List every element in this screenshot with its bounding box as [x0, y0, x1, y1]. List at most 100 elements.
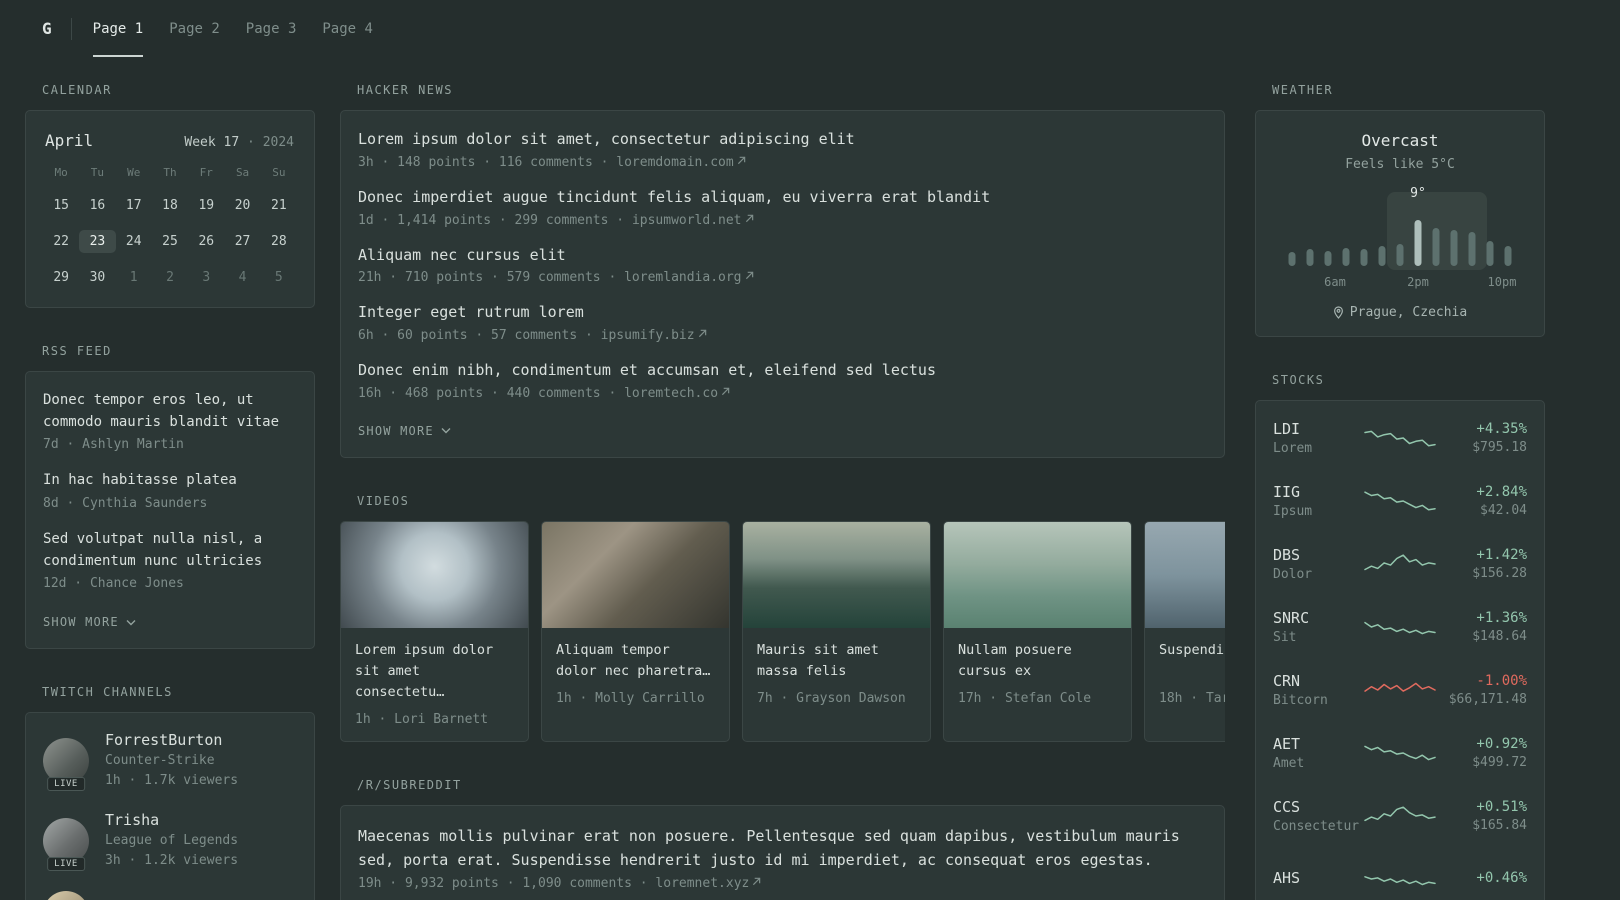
videos-widget: VIDEOS Lorem ipsum dolor sit amet consec…: [340, 494, 1225, 742]
hn-source-link[interactable]: ipsumworld.net: [632, 213, 754, 228]
external-link-icon: [721, 387, 730, 395]
hacker-news-card: Lorem ipsum dolor sit amet, consectetur …: [340, 110, 1225, 458]
calendar-day: 21: [271, 198, 287, 213]
hn-story-title[interactable]: Donec imperdiet augue tincidunt felis al…: [358, 187, 1207, 209]
twitch-channel[interactable]: LIVE ForrestBurton Counter-Strike 1h · 1…: [43, 731, 297, 791]
columns: CALENDAR April Week 17 · 2024 Mo Tu We Th Fr…: [25, 83, 1620, 900]
reddit-post-meta: 19h · 9,932 points · 1,090 comments · lo…: [358, 876, 1207, 891]
twitch-channel[interactable]: LIVE Trisha League of Legends 3h · 1.2k …: [43, 811, 297, 871]
rss-item-meta: 8d · Cynthia Saunders: [43, 496, 208, 512]
stock-sparkline: [1364, 430, 1436, 447]
stock-change: +1.36%: [1476, 610, 1527, 626]
weather-bar: [1504, 246, 1512, 266]
hn-story-title[interactable]: Donec enim nibh, condimentum et accumsan…: [358, 360, 1207, 382]
calendar-day: 17: [125, 198, 142, 213]
stock-sparkline: [1364, 745, 1436, 761]
weather-bar: [1414, 220, 1422, 266]
rss-item-title[interactable]: Donec tempor eros leo, ut commodo mauris…: [43, 390, 297, 433]
calendar-day: 15: [53, 198, 69, 213]
calendar-card: April Week 17 · 2024 Mo Tu We Th Fr Sa Su 15 16 1…: [25, 110, 315, 308]
stock-sparkline: [1364, 621, 1436, 635]
hn-source-link[interactable]: loremlandia.org: [624, 270, 753, 285]
weather-condition: Overcast: [1361, 131, 1439, 150]
rss-widget-title: RSS FEED: [42, 344, 112, 358]
video-title: Suspendis diam: [1159, 641, 1225, 658]
rss-item-title[interactable]: Sed volutpat nulla nisl, a condimentum n…: [43, 529, 297, 572]
videos-row: Lorem ipsum dolor sit amet consectetu… 1…: [340, 520, 1225, 742]
reddit-source-link[interactable]: loremnet.xyz: [655, 876, 761, 891]
calendar-day: 30: [89, 270, 106, 285]
hn-story-meta: 21h · 710 points · 579 comments · loreml…: [358, 270, 1207, 285]
video-thumbnail: [542, 521, 729, 628]
hn-story-title[interactable]: Integer eget rutrum lorem: [358, 302, 1207, 324]
channel-category: League of Legends: [105, 833, 239, 849]
hn-source-link[interactable]: loremdomain.com: [616, 155, 745, 170]
stock-price: $499.72: [1472, 755, 1527, 770]
video-card[interactable]: Aliquam tempor dolor nec pharetra… 1h · …: [541, 520, 730, 742]
stock-name: Amet: [1273, 756, 1305, 771]
hn-story-title[interactable]: Lorem ipsum dolor sit amet, consectetur …: [358, 129, 1207, 151]
twitch-channel[interactable]: KendallCarr: [43, 891, 297, 900]
hn-source-link[interactable]: loremtech.co: [624, 386, 730, 401]
calendar-weekday: Mo: [54, 166, 68, 179]
hn-story: Donec enim nibh, condimentum et accumsan…: [358, 360, 1207, 401]
video-title: Mauris sit amet massa felis: [757, 641, 879, 679]
calendar-day: 18: [162, 198, 178, 213]
video-title: Lorem ipsum dolor sit amet consectetu…: [355, 641, 494, 700]
live-badge: LIVE: [47, 776, 85, 791]
stock-price: $795.18: [1472, 440, 1527, 455]
center-column: HACKER NEWS Lorem ipsum dolor sit amet, …: [340, 83, 1225, 900]
chevron-down-icon: [441, 428, 451, 434]
rss-item: In hac habitasse platea 8d · Cynthia Sau…: [43, 470, 297, 511]
twitch-widget-title: TWITCH CHANNELS: [42, 685, 173, 700]
hn-source-link[interactable]: ipsumify.biz: [601, 328, 707, 343]
stock-name: Dolor: [1273, 567, 1313, 582]
external-link-icon: [745, 272, 753, 280]
stock-row: AHS +0.46%: [1273, 860, 1527, 898]
rss-item-title[interactable]: In hac habitasse platea: [43, 470, 297, 492]
stock-price: $66,171.48: [1448, 692, 1527, 707]
rss-item: Donec tempor eros leo, ut commodo mauris…: [43, 390, 297, 452]
rss-widget: RSS FEED Donec tempor eros leo, ut commo…: [25, 344, 315, 650]
calendar-day: 22: [53, 234, 69, 249]
video-card[interactable]: Suspendis diam 18h · Tara: [1144, 520, 1225, 742]
tab-page-1[interactable]: Page 1: [92, 0, 144, 57]
weather-widget-title: WEATHER: [1272, 83, 1334, 97]
hn-show-more-button[interactable]: SHOW MORE: [358, 424, 451, 438]
stock-row: IIG Ipsum +2.84% $42.04: [1273, 482, 1527, 520]
channel-name: ForrestBurton: [105, 731, 223, 750]
hacker-news-widget: HACKER NEWS Lorem ipsum dolor sit amet, …: [340, 83, 1225, 458]
stock-row: CRN Bitcorn -1.00% $66,171.48: [1273, 671, 1527, 709]
stock-sparkline: [1364, 806, 1436, 822]
hn-story-title[interactable]: Aliquam nec cursus elit: [358, 245, 1207, 267]
stocks-card: LDI Lorem +4.35% $795.18 IIG Ipsum +2.84…: [1255, 400, 1545, 900]
calendar-weekday: Sa: [235, 166, 250, 179]
right-column: WEATHER Overcast Feels like 5°C 9° 6am 2…: [1255, 83, 1545, 900]
tab-page-3[interactable]: Page 3: [246, 0, 297, 57]
stock-sparkline: [1364, 554, 1436, 571]
calendar-weekday: Fr: [199, 166, 213, 179]
twitch-widget: TWITCH CHANNELS LIVE ForrestBurton Count…: [25, 685, 315, 900]
weather-bar: [1486, 241, 1494, 266]
video-card[interactable]: Nullam posuere cursus ex 17h · Stefan Co…: [943, 520, 1132, 742]
rss-item-meta: 12d · Chance Jones: [43, 576, 184, 592]
calendar-day: 20: [234, 198, 251, 213]
tab-page-4[interactable]: Page 4: [322, 0, 373, 57]
reddit-post-title[interactable]: Maecenas mollis pulvinar erat non posuer…: [358, 824, 1207, 872]
subreddit-card: Maecenas mollis pulvinar erat non posuer…: [340, 804, 1225, 900]
video-card[interactable]: Lorem ipsum dolor sit amet consectetu… 1…: [340, 520, 529, 742]
external-link-icon: [745, 214, 753, 222]
calendar-day: 2: [166, 270, 174, 285]
hn-story: Integer eget rutrum lorem 6h · 60 points…: [358, 302, 1207, 343]
calendar-weekday: We: [127, 166, 141, 179]
video-card[interactable]: Mauris sit amet massa felis 7h · Grayson…: [742, 520, 931, 742]
calendar-weekday: Su: [272, 166, 286, 179]
rss-show-more-button[interactable]: SHOW MORE: [43, 615, 136, 629]
hn-story-meta: 3h · 148 points · 116 comments · loremdo…: [358, 155, 1207, 170]
app-logo[interactable]: G: [42, 19, 71, 38]
calendar-week-info: Week 17 · 2024: [184, 135, 294, 150]
calendar-day: 24: [125, 234, 142, 249]
calendar-day: 1: [129, 270, 138, 285]
stock-symbol: DBS: [1273, 546, 1301, 564]
tab-page-2[interactable]: Page 2: [169, 0, 220, 57]
